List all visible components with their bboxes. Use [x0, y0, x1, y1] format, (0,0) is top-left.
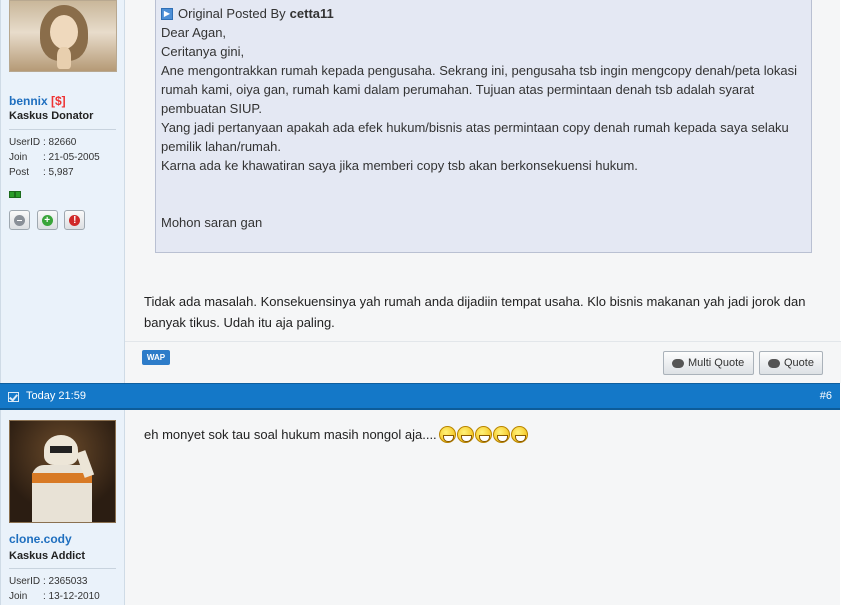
grin-smiley-icon	[510, 426, 528, 443]
post-message: Tidak ada masalah. Konsekuensinya yah ru…	[144, 294, 806, 330]
thread-page: bennix [$] Kaskus Donator UserID: 82660 …	[0, 0, 847, 605]
post-header-bar: Today 21:59 #6	[0, 383, 840, 410]
minus-icon: –	[14, 214, 25, 226]
user-rank: Kaskus Addict	[9, 550, 86, 562]
quote-header: ▶ Original Posted By cetta11	[161, 4, 811, 23]
join-row: Join : 13-12-2010	[9, 591, 100, 602]
grin-smiley-icon	[456, 426, 474, 443]
quote-button[interactable]: Quote	[759, 351, 823, 375]
post-label: Post	[9, 167, 30, 178]
user-avatar[interactable]	[9, 0, 117, 72]
quote-line: Karna ada ke khawatiran saya jika member…	[161, 158, 638, 173]
quote-line	[161, 194, 811, 213]
username[interactable]: bennix [$]	[9, 94, 66, 108]
report-button[interactable]: !	[64, 210, 86, 230]
post-value: : 5,987	[43, 167, 74, 178]
quote-line: pembuatan SIUP.	[161, 101, 262, 116]
join-row: Join : 21-05-2005	[9, 152, 100, 163]
quote-line: pemilik lahan/rumah.	[161, 139, 281, 154]
grin-smiley-icon	[492, 426, 510, 443]
speech-bubble-icon	[672, 358, 684, 368]
post-message-text: eh monyet sok tau soal hukum masih nongo…	[144, 427, 437, 442]
grin-smiley-icon	[474, 426, 492, 443]
userid-row: UserID: 2365033	[9, 576, 88, 587]
checkmark-icon	[8, 392, 19, 402]
join-label: Join	[9, 591, 28, 602]
multi-quote-button[interactable]: Multi Quote	[663, 351, 754, 375]
quote-line: rumah kami, oiya gan, rumah kami dalam p…	[161, 82, 755, 97]
user-rank: Kaskus Donator	[9, 110, 94, 122]
userid-label: UserID	[9, 137, 41, 148]
user-actions: – + !	[9, 210, 88, 230]
wap-icon: WAP	[142, 350, 170, 365]
donator-tag: [$]	[51, 94, 66, 108]
grin-smiley-icon	[438, 426, 456, 443]
quote-block: ▶ Original Posted By cetta11 Dear Agan, …	[155, 0, 812, 253]
view-post-icon[interactable]: ▶	[161, 7, 173, 20]
username-text[interactable]: bennix	[9, 94, 48, 108]
quote-line: Dear Agan,	[161, 25, 227, 40]
join-label: Join	[9, 152, 28, 163]
quote-line: Mohon saran gan	[161, 215, 263, 230]
smiley-group	[438, 426, 529, 443]
username[interactable]: clone.cody	[9, 532, 72, 546]
plus-icon: +	[41, 214, 53, 226]
quote-prefix: Original Posted By	[178, 6, 286, 21]
quote-author: cetta11	[289, 6, 334, 21]
post-time: Today 21:59	[26, 390, 86, 402]
avatar-hands	[57, 47, 71, 69]
give-rep-button[interactable]: +	[36, 210, 58, 230]
divider	[9, 568, 116, 569]
post-container: bennix [$] Kaskus Donator UserID: 82660 …	[0, 0, 841, 383]
alert-icon: !	[69, 214, 81, 226]
user-avatar[interactable]	[9, 420, 116, 523]
userid-value: : 82660	[43, 137, 77, 148]
join-value: : 13-12-2010	[43, 591, 100, 602]
post-number-link[interactable]: #6	[820, 390, 832, 402]
userid-value: : 2365033	[43, 576, 88, 587]
post-footer: WAP Multi Quote Quote	[125, 341, 841, 383]
speech-bubble-icon	[768, 358, 780, 368]
join-value: : 21-05-2005	[43, 152, 100, 163]
post-message: eh monyet sok tau soal hukum masih nongo…	[144, 426, 529, 443]
quote-line	[161, 175, 811, 194]
avatar-face	[50, 15, 78, 49]
user-sidebar: bennix [$] Kaskus Donator UserID: 82660 …	[1, 0, 125, 383]
post-container: clone.cody Kaskus Addict UserID: 2365033…	[0, 410, 840, 605]
user-sidebar: clone.cody Kaskus Addict UserID: 2365033…	[1, 410, 125, 605]
userid-row: UserID: 82660	[9, 137, 76, 148]
avatar-visor	[50, 446, 72, 453]
quote-label: Quote	[784, 357, 814, 369]
quote-line: Ceritanya gini,	[161, 44, 245, 59]
quote-line: Ane mengontrakkan rumah kepada pengusaha…	[161, 63, 797, 78]
reputation-icon	[9, 186, 21, 201]
quote-line: Yang jadi pertanyaan apakah ada efek huk…	[161, 120, 789, 135]
multi-quote-label: Multi Quote	[688, 357, 745, 369]
neutral-rep-button[interactable]: –	[9, 210, 30, 230]
divider	[9, 129, 116, 130]
userid-label: UserID	[9, 576, 41, 587]
post-count-row: Post : 5,987	[9, 167, 74, 178]
